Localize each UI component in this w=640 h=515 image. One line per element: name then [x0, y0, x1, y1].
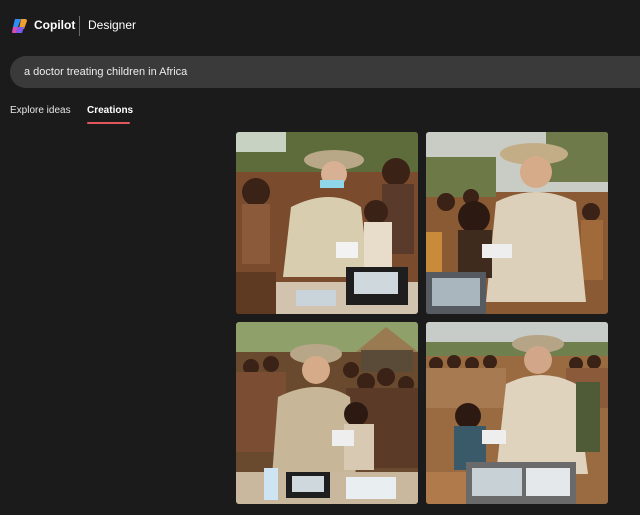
tab-creations[interactable]: Creations: [87, 105, 133, 116]
active-tab-indicator: [87, 122, 130, 124]
app-header: Copilot Designer: [0, 0, 640, 52]
product-name[interactable]: Designer: [88, 18, 136, 32]
brand-name[interactable]: Copilot: [34, 18, 75, 32]
tab-explore-ideas[interactable]: Explore ideas: [10, 105, 71, 116]
generated-image-icon: [426, 132, 608, 314]
generated-image-icon: [236, 132, 418, 314]
generated-image-2[interactable]: [426, 132, 608, 314]
copilot-logo-icon[interactable]: [11, 17, 29, 35]
generated-image-1[interactable]: [236, 132, 418, 314]
prompt-input[interactable]: a doctor treating children in Africa: [10, 56, 640, 88]
generated-image-3[interactable]: [236, 322, 418, 504]
generated-image-icon: [236, 322, 418, 504]
generated-image-icon: [426, 322, 608, 504]
generated-image-4[interactable]: [426, 322, 608, 504]
prompt-text[interactable]: a doctor treating children in Africa: [24, 66, 187, 78]
header-divider: [79, 16, 80, 36]
